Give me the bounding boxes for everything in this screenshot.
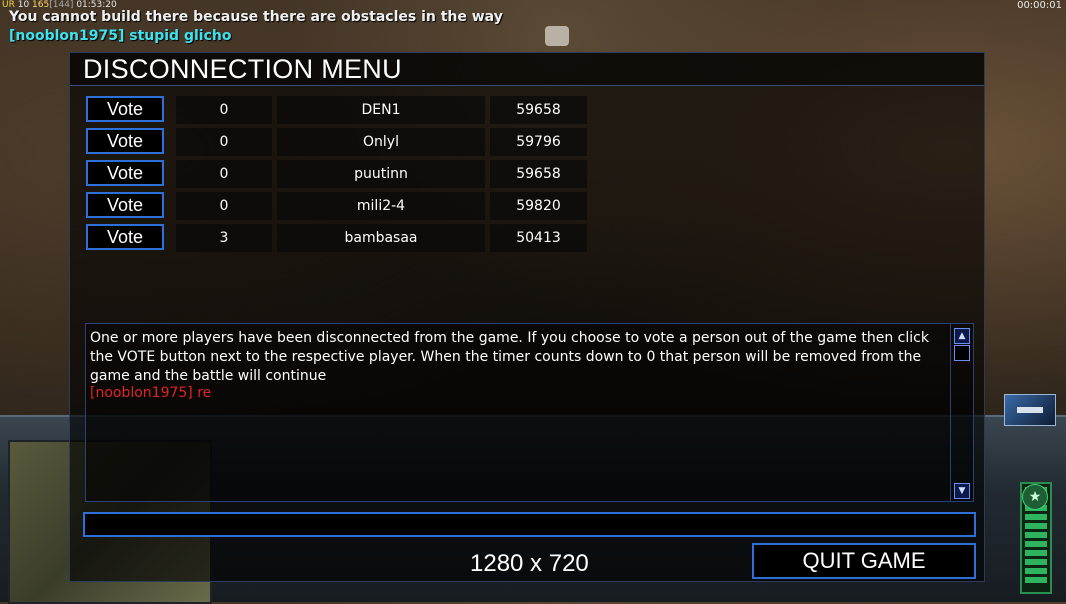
vote-button[interactable]: Vote [86, 128, 164, 154]
vote-button[interactable]: Vote [86, 192, 164, 218]
game-timer: 00:00:01 [1017, 0, 1062, 11]
chat-log-line: [nooblon1975] re [90, 385, 212, 401]
resolution-label: 1280 x 720 [470, 550, 589, 577]
satellite-icon[interactable] [1004, 394, 1056, 426]
player-name: Onlyl [277, 128, 485, 156]
player-ping: 59820 [490, 192, 587, 220]
scroll-up-icon[interactable]: ▲ [954, 328, 970, 344]
vote-button[interactable]: Vote [86, 96, 164, 122]
message-log[interactable]: One or more players have been disconnect… [85, 323, 974, 502]
player-ping: 59796 [490, 128, 587, 156]
dialog-title-bar: DISCONNECTION MENU [70, 53, 984, 86]
message-scrollbar[interactable]: ▲ ▼ [950, 324, 973, 501]
unit-sprite [545, 26, 569, 46]
player-name: bambasaa [277, 224, 485, 252]
vote-button[interactable]: Vote [86, 160, 164, 186]
player-ping: 50413 [490, 224, 587, 252]
vote-button[interactable]: Vote [86, 224, 164, 250]
player-name: mili2-4 [277, 192, 485, 220]
dialog-title: DISCONNECTION MENU [83, 54, 402, 84]
player-votes: 0 [176, 160, 272, 188]
disconnect-info-text: One or more players have been disconnect… [90, 330, 929, 384]
system-message: You cannot build there because there are… [9, 9, 503, 25]
scroll-down-icon[interactable]: ▼ [954, 483, 970, 499]
player-ping: 59658 [490, 160, 587, 188]
chat-message: [nooblon1975] stupid glicho [9, 28, 232, 44]
player-ping: 59658 [490, 96, 587, 124]
quit-game-button[interactable]: QUIT GAME [752, 543, 976, 579]
player-name: puutinn [277, 160, 485, 188]
chat-input[interactable] [83, 512, 976, 537]
player-votes: 3 [176, 224, 272, 252]
player-votes: 0 [176, 128, 272, 156]
faction-star-icon: ★ [1022, 484, 1048, 510]
player-name: DEN1 [277, 96, 485, 124]
player-votes: 0 [176, 96, 272, 124]
player-votes: 0 [176, 192, 272, 220]
disconnection-dialog: DISCONNECTION MENU Vote 0 DEN1 59658 Vot… [69, 52, 985, 582]
scroll-thumb[interactable] [954, 345, 970, 361]
